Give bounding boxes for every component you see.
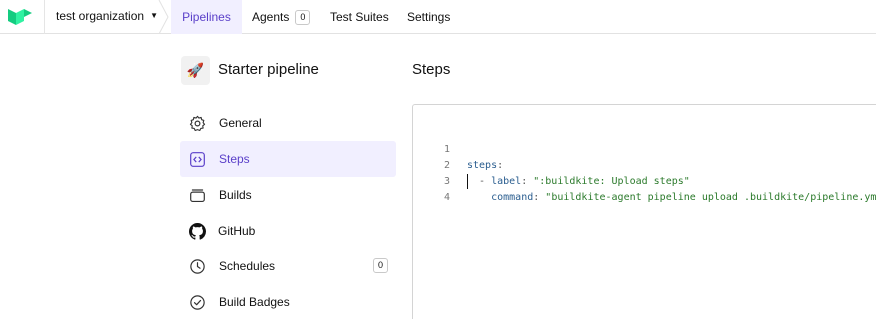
tab-agents[interactable]: Agents 0 bbox=[252, 0, 311, 34]
sidebar-item-general[interactable]: General bbox=[180, 105, 396, 141]
pipeline-title: Starter pipeline bbox=[218, 61, 319, 78]
sidebar-item-build-badges[interactable]: Build Badges bbox=[180, 284, 396, 319]
pipeline-yaml-editor[interactable]: 1 steps: 2 - label: ":buildkite: Upload … bbox=[412, 104, 876, 319]
code-text: - label: ":buildkite: Upload steps" bbox=[467, 176, 690, 187]
sidebar-item-label: Builds bbox=[219, 188, 252, 202]
tab-pipelines-label: Pipelines bbox=[182, 10, 231, 24]
caret-down-icon: ▼ bbox=[150, 11, 158, 20]
code-line: 1 steps: bbox=[413, 126, 503, 171]
sidebar-item-github[interactable]: GitHub bbox=[180, 213, 396, 249]
tab-test-suites[interactable]: Test Suites bbox=[330, 0, 389, 34]
divider bbox=[44, 0, 45, 34]
tab-settings[interactable]: Settings bbox=[407, 0, 450, 34]
code-line: 3 command: "buildkite-agent pipeline upl… bbox=[413, 158, 876, 203]
tab-agents-label: Agents bbox=[252, 10, 290, 24]
sidebar-item-label: Build Badges bbox=[219, 295, 290, 309]
github-icon bbox=[189, 223, 206, 240]
builds-stack-icon bbox=[190, 189, 205, 203]
tab-pipelines[interactable]: Pipelines bbox=[171, 0, 242, 34]
text-cursor bbox=[467, 174, 468, 189]
code-line: 4 bbox=[413, 174, 450, 203]
sidebar-item-schedules[interactable]: Schedules 0 bbox=[180, 248, 396, 284]
sidebar-item-steps[interactable]: Steps bbox=[180, 141, 396, 177]
code-line: 2 - label: ":buildkite: Upload steps" bbox=[413, 142, 690, 187]
clock-icon bbox=[190, 259, 205, 274]
check-badge-icon bbox=[190, 295, 205, 310]
line-number: 4 bbox=[443, 192, 450, 203]
sidebar-item-label: GitHub bbox=[218, 224, 256, 238]
gear-icon bbox=[189, 115, 206, 132]
top-navigation: test organization ▼ Pipelines Agents 0 T… bbox=[0, 0, 876, 34]
sidebar-item-builds[interactable]: Builds bbox=[180, 177, 396, 213]
agents-count-badge: 0 bbox=[295, 9, 311, 25]
buildkite-logo-icon[interactable] bbox=[8, 8, 32, 26]
code-text: command: "buildkite-agent pipeline uploa… bbox=[491, 192, 876, 203]
page-title: Steps bbox=[412, 61, 451, 78]
tab-settings-label: Settings bbox=[407, 10, 451, 24]
organization-name: test organization bbox=[56, 9, 145, 23]
organization-switcher[interactable]: test organization ▼ bbox=[56, 9, 158, 23]
sidebar-item-label: General bbox=[219, 116, 262, 130]
tab-test-suites-label: Test Suites bbox=[330, 10, 389, 24]
code-brackets-icon bbox=[190, 152, 205, 167]
schedules-count-badge: 0 bbox=[373, 258, 388, 273]
code-text: steps: bbox=[467, 160, 504, 171]
breadcrumb-chevron-icon bbox=[158, 0, 169, 34]
pipeline-emoji-icon: 🚀 bbox=[181, 56, 210, 85]
sidebar-item-label: Schedules bbox=[219, 259, 276, 273]
sidebar-item-label: Steps bbox=[219, 152, 250, 166]
